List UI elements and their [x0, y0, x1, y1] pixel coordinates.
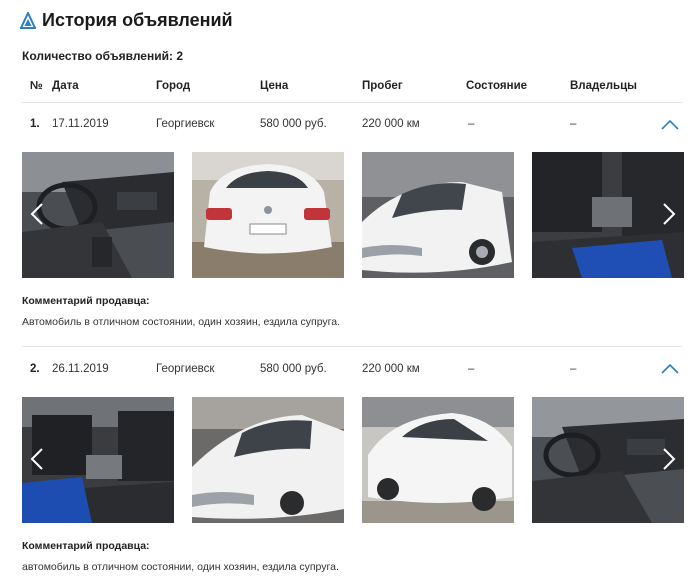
header-divider — [22, 102, 682, 103]
chevron-right-icon[interactable] — [662, 202, 676, 226]
listing-city: Георгиевск — [156, 363, 215, 375]
table-header: № Дата Город Цена Пробег Состояние Владе… — [22, 80, 680, 100]
listing-price: 580 000 руб. — [260, 363, 327, 375]
car-photo — [362, 397, 514, 523]
header-mileage: Пробег — [362, 80, 403, 92]
seller-comment-text: автомобиль в отличном состоянии, один хо… — [22, 561, 339, 573]
chevron-up-icon[interactable] — [661, 363, 679, 375]
header-date: Дата — [52, 80, 79, 92]
header-condition: Состояние — [466, 80, 528, 92]
seller-comment-text: Автомобиль в отличном состоянии, один хо… — [22, 316, 341, 328]
photo-gallery — [22, 152, 684, 278]
car-photo — [22, 152, 174, 278]
chevron-left-icon[interactable] — [30, 202, 44, 226]
table-row: 2. 26.11.2019 Георгиевск 580 000 руб. 22… — [22, 363, 682, 383]
car-photo — [192, 397, 344, 523]
car-photo — [362, 152, 514, 278]
listing-date: 17.11.2019 — [52, 118, 109, 130]
chevron-right-icon[interactable] — [662, 447, 676, 471]
listing-number: 1. — [30, 118, 40, 130]
chevron-up-icon[interactable] — [661, 119, 679, 131]
listing-mileage: 220 000 км — [362, 363, 420, 375]
listing-price: 580 000 руб. — [260, 118, 327, 130]
listing-condition: – — [468, 363, 475, 375]
listing-date: 26.11.2019 — [52, 363, 109, 375]
car-photo — [22, 397, 174, 523]
header-city: Город — [156, 80, 191, 92]
photo-gallery — [22, 397, 684, 523]
page-header: История объявлений — [20, 10, 233, 31]
page-title: История объявлений — [42, 10, 233, 30]
row-divider — [22, 346, 682, 347]
header-num: № — [30, 80, 43, 92]
listing-condition: – — [468, 118, 475, 130]
table-row: 1. 17.11.2019 Георгиевск 580 000 руб. 22… — [22, 118, 682, 138]
listing-owners: – — [570, 118, 577, 130]
listing-owners: – — [570, 363, 577, 375]
car-photo — [192, 152, 344, 278]
ad-history-page: История объявлений Количество объявлений… — [0, 0, 700, 581]
listing-city: Георгиевск — [156, 118, 215, 130]
seller-comment-label: Комментарий продавца: — [22, 295, 150, 307]
listing-mileage: 220 000 км — [362, 118, 420, 130]
header-price: Цена — [260, 80, 289, 92]
header-owners: Владельцы — [570, 80, 637, 92]
listing-count-label: Количество объявлений: — [22, 49, 173, 63]
seller-comment-label: Комментарий продавца: — [22, 540, 150, 552]
triangle-logo-icon — [20, 11, 36, 29]
listing-count-value: 2 — [176, 49, 183, 63]
listing-count: Количество объявлений: 2 — [22, 49, 183, 63]
chevron-left-icon[interactable] — [30, 447, 44, 471]
listing-number: 2. — [30, 363, 40, 375]
